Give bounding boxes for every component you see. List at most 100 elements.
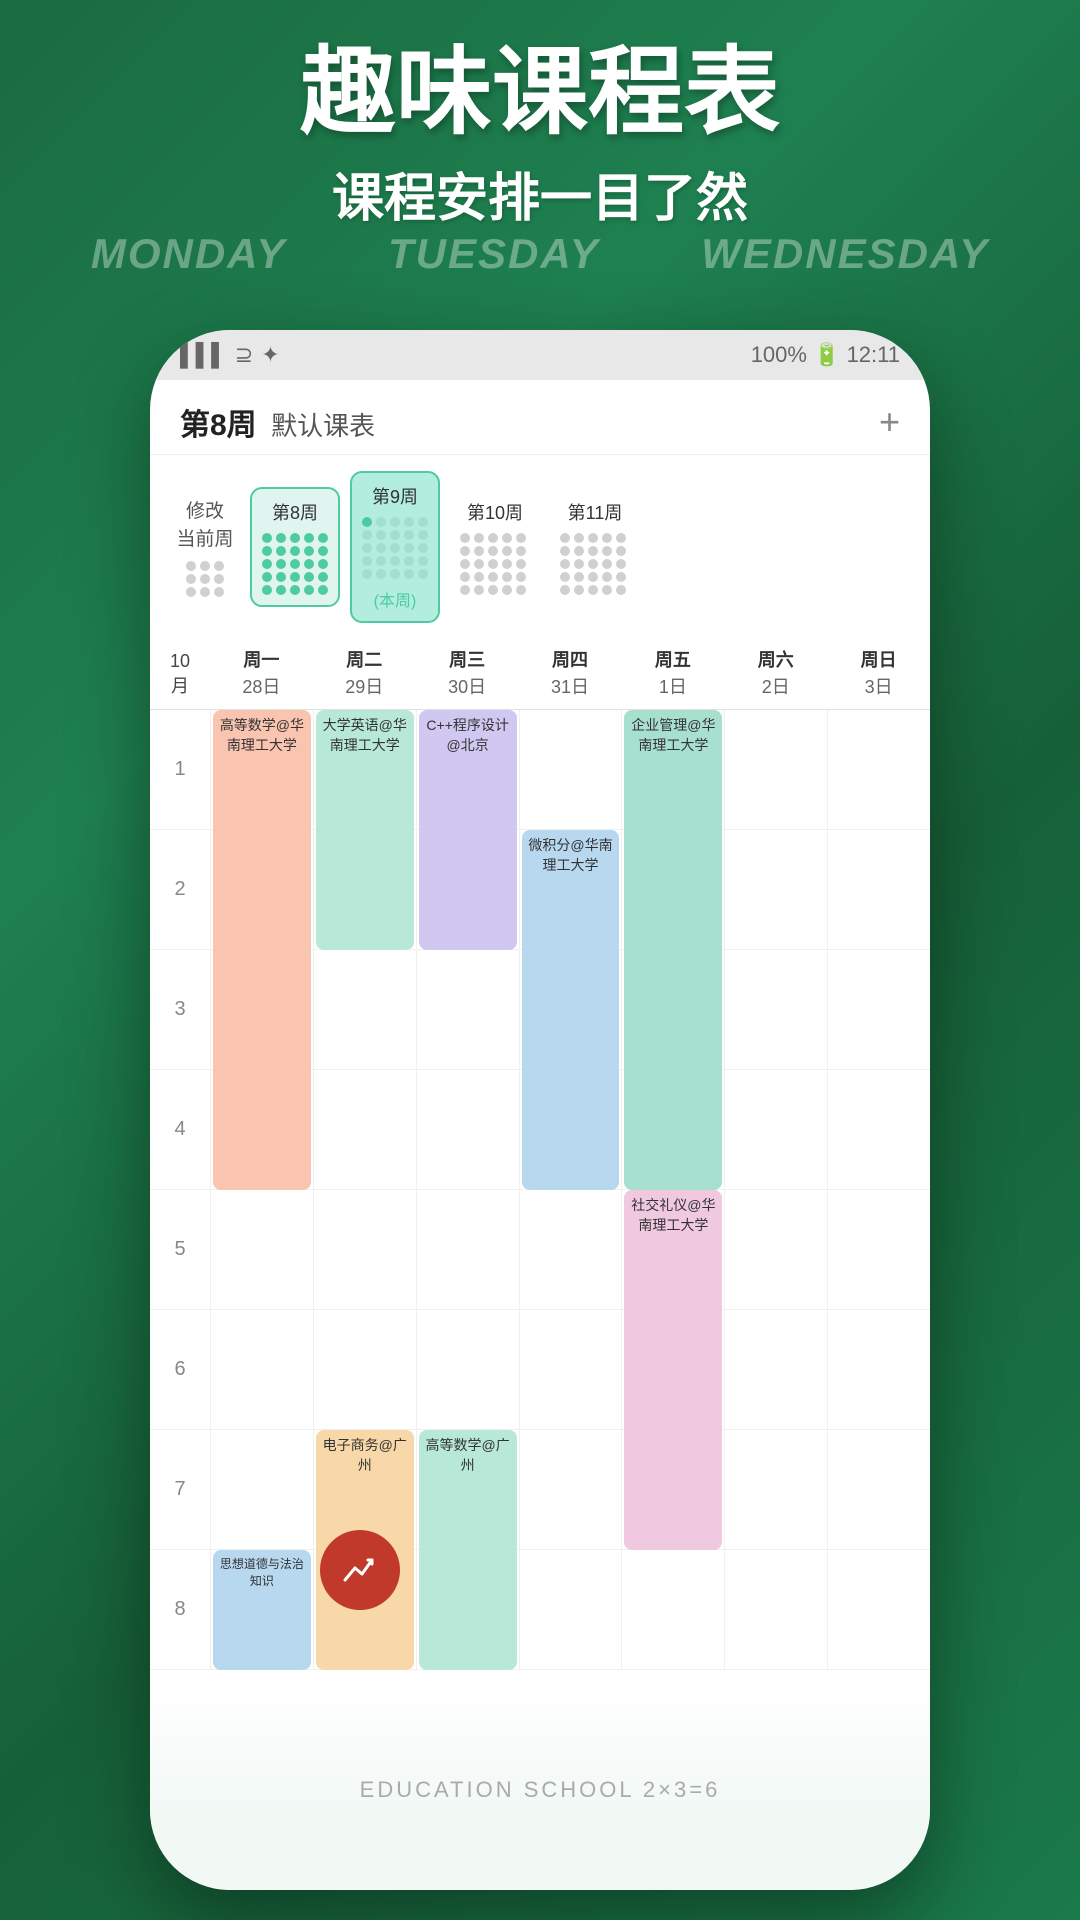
period-3: 3 [150,950,210,1070]
course-wednesday-cpp[interactable]: C++程序设计@北京 [419,710,517,950]
day-header-1: 周二 29日 [313,639,416,709]
chart-icon [340,1550,380,1590]
period-6: 6 [150,1310,210,1430]
phone-inner: 第8周 默认课表 + 修改当前周 [150,380,930,1890]
day-header-0: 周一 28日 [210,639,313,709]
day-col-friday: 企业管理@华南理工大学 社交礼仪@华南理工大学 [621,710,724,1670]
day-col-tuesday: 大学英语@华南理工大学 电子商务@广州 [313,710,416,1670]
course-wednesday-math[interactable]: 高等数学@广州 [419,1430,517,1670]
day-col-saturday [724,710,827,1670]
cell-wed-3 [417,950,519,1070]
day-label-tuesday: TUESDAY [388,230,600,278]
date-4: 1日 [625,674,720,701]
week-11-label: 第11周 [560,499,630,525]
cell-wed-5 [417,1190,519,1310]
cell-sun-5 [828,1190,930,1310]
cell-sun-7 [828,1430,930,1550]
modify-week-label[interactable]: 修改当前周 [176,498,233,555]
weekday-4: 周五 [625,647,720,674]
cell-thu-6 [520,1310,622,1430]
weekday-5: 周六 [728,647,823,674]
header-schedule-name: 默认课表 [271,411,375,441]
battery-text: 100% 🔋 12:11 [751,342,900,368]
cell-sat-2 [725,830,827,950]
cell-sat-4 [725,1070,827,1190]
day-header-5: 周六 2日 [724,639,827,709]
chart-icon-button[interactable] [320,1530,400,1610]
date-1: 29日 [317,674,412,701]
cell-fri-8 [622,1550,724,1670]
day-label-monday: MONDAY [91,230,287,278]
cell-sat-8 [725,1550,827,1670]
cell-sat-5 [725,1190,827,1310]
status-bar: ▌▌▌ ⊇ ✦ 100% 🔋 12:11 [150,330,930,380]
day-col-sunday [827,710,930,1670]
day-columns: 高等数学@华南理工大学 思想道德与法治知识 [210,710,930,1670]
week-11-selector[interactable]: 第11周 [550,489,640,605]
course-monday-math[interactable]: 高等数学@华南理工大学 [213,710,311,1190]
cell-sun-4 [828,1070,930,1190]
day-labels-row: MONDAY TUESDAY WEDNESDAY [0,230,1080,278]
date-2: 30日 [420,674,515,701]
cell-thu-5 [520,1190,622,1310]
week-10-selector[interactable]: 第10周 [450,489,540,605]
weekday-3: 周四 [523,647,618,674]
course-monday-ethics[interactable]: 思想道德与法治知识 [213,1550,311,1670]
bottom-illustration: EDUCATION SCHOOL 2×3=6 [150,1690,930,1890]
month-header: 10月 [150,639,210,709]
period-1: 1 [150,710,210,830]
phone-mockup: ▌▌▌ ⊇ ✦ 100% 🔋 12:11 第8周 默认课表 + 修改当前周 [150,330,930,1890]
title-area: 趣味课程表 课程安排一目了然 [0,40,1080,231]
date-0: 28日 [214,674,309,701]
period-column: 1 2 3 4 5 6 7 8 [150,710,210,1670]
course-tuesday-english[interactable]: 大学英语@华南理工大学 [316,710,414,950]
table-header: 10月 周一 28日 周二 29日 周三 30日 周四 31日 [150,639,930,710]
period-5: 5 [150,1190,210,1310]
cell-thu-8 [520,1550,622,1670]
cell-mon-5 [211,1190,313,1310]
week-8-selector[interactable]: 第8周 [250,487,340,607]
course-thursday-calculus[interactable]: 微积分@华南理工大学 [522,830,620,1190]
day-col-thursday: 微积分@华南理工大学 [519,710,622,1670]
cell-sun-3 [828,950,930,1070]
week-selector: 修改当前周 第8周 [150,455,930,639]
weekday-6: 周日 [831,647,926,674]
timetable-area: 10月 周一 28日 周二 29日 周三 30日 周四 31日 [150,639,930,1890]
bluetooth-icon: ✦ [261,342,279,368]
period-8: 8 [150,1550,210,1670]
week-8-label: 第8周 [262,499,328,525]
week-dots-scroll [186,561,224,597]
cell-tue-3 [314,950,416,1070]
day-label-wednesday: WEDNESDAY [701,230,989,278]
course-friday-management[interactable]: 企业管理@华南理工大学 [624,710,722,1190]
education-text: EDUCATION SCHOOL 2×3=6 [360,1777,721,1803]
week-9-selector[interactable]: 第9周 (本周) [350,471,440,623]
app-header: 第8周 默认课表 + [150,380,930,455]
add-button[interactable]: + [879,401,900,443]
status-right: 100% 🔋 12:11 [751,342,900,368]
day-header-4: 周五 1日 [621,639,724,709]
period-7: 7 [150,1430,210,1550]
cell-thu-1 [520,710,622,830]
period-4: 4 [150,1070,210,1190]
header-left: 第8周 默认课表 [180,400,375,444]
weekday-0: 周一 [214,647,309,674]
weekday-2: 周三 [420,647,515,674]
cell-sat-6 [725,1310,827,1430]
day-col-wednesday: C++程序设计@北京 高等数学@广州 [416,710,519,1670]
status-left: ▌▌▌ ⊇ ✦ [180,342,280,368]
sub-title: 课程安排一目了然 [0,156,1080,231]
period-2: 2 [150,830,210,950]
cell-sun-2 [828,830,930,950]
day-header-3: 周四 31日 [519,639,622,709]
cell-thu-7 [520,1430,622,1550]
cell-tue-6 [314,1310,416,1430]
cell-wed-6 [417,1310,519,1430]
current-week-tag: (本周) [362,587,428,611]
day-col-monday: 高等数学@华南理工大学 思想道德与法治知识 [210,710,313,1670]
cell-sat-1 [725,710,827,830]
cell-tue-4 [314,1070,416,1190]
course-friday-etiquette[interactable]: 社交礼仪@华南理工大学 [624,1190,722,1550]
cell-tue-5 [314,1190,416,1310]
day-header-2: 周三 30日 [416,639,519,709]
